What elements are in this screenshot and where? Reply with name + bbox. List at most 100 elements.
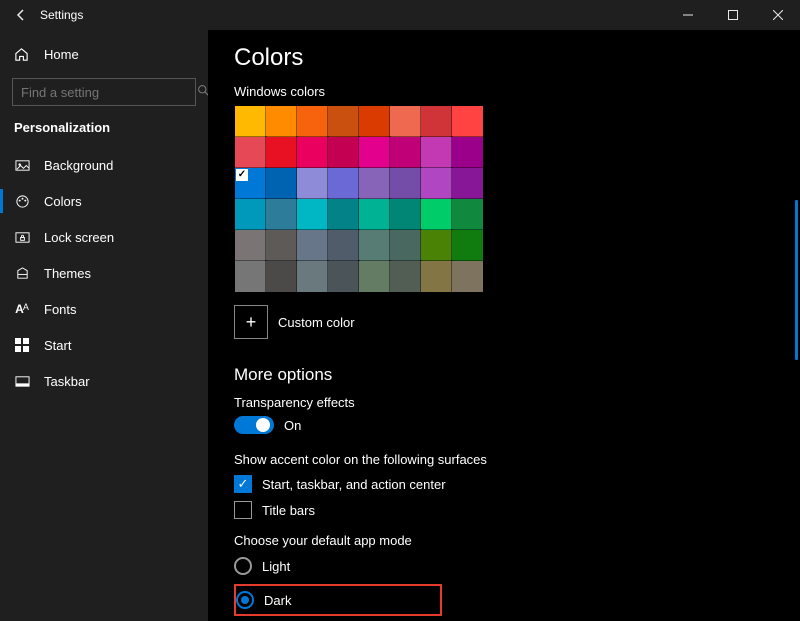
search-input-wrap[interactable] bbox=[12, 78, 196, 106]
color-swatch[interactable] bbox=[297, 199, 328, 230]
sidebar-home[interactable]: Home bbox=[0, 40, 208, 68]
color-swatch[interactable] bbox=[235, 261, 266, 292]
color-swatch[interactable] bbox=[235, 168, 266, 199]
sidebar-item-fonts[interactable]: AAFonts bbox=[0, 291, 208, 327]
color-swatch[interactable] bbox=[235, 106, 266, 137]
palette-icon bbox=[14, 194, 30, 209]
sidebar-item-lock-screen[interactable]: Lock screen bbox=[0, 219, 208, 255]
color-swatch[interactable] bbox=[266, 230, 297, 261]
palette-label: Windows colors bbox=[234, 84, 774, 99]
color-swatch[interactable] bbox=[390, 261, 421, 292]
color-swatch[interactable] bbox=[390, 106, 421, 137]
color-swatch[interactable] bbox=[297, 261, 328, 292]
color-swatch[interactable] bbox=[328, 261, 359, 292]
sidebar-item-label: Lock screen bbox=[44, 230, 114, 245]
color-swatch[interactable] bbox=[266, 106, 297, 137]
color-swatch[interactable] bbox=[452, 199, 483, 230]
color-swatch[interactable] bbox=[359, 168, 390, 199]
sidebar-item-label: Fonts bbox=[44, 302, 77, 317]
color-swatch[interactable] bbox=[421, 168, 452, 199]
color-swatch[interactable] bbox=[297, 230, 328, 261]
sidebar-item-label: Themes bbox=[44, 266, 91, 281]
color-swatch[interactable] bbox=[421, 137, 452, 168]
color-swatch[interactable] bbox=[390, 137, 421, 168]
transparency-toggle[interactable] bbox=[234, 416, 274, 434]
sidebar: Home Personalization BackgroundColorsLoc… bbox=[0, 30, 208, 621]
color-swatch[interactable] bbox=[390, 168, 421, 199]
color-swatch[interactable] bbox=[235, 199, 266, 230]
custom-color-label: Custom color bbox=[278, 315, 355, 330]
color-swatch[interactable] bbox=[452, 261, 483, 292]
radio-icon bbox=[236, 591, 254, 609]
taskbar-icon bbox=[14, 374, 30, 389]
back-arrow-icon[interactable] bbox=[8, 0, 34, 30]
close-button[interactable] bbox=[755, 0, 800, 30]
color-swatch[interactable] bbox=[266, 199, 297, 230]
sidebar-item-label: Background bbox=[44, 158, 113, 173]
window-title: Settings bbox=[40, 8, 83, 22]
checkbox-title-bars[interactable]: Title bars bbox=[234, 501, 774, 519]
sidebar-item-start[interactable]: Start bbox=[0, 327, 208, 363]
sidebar-item-label: Start bbox=[44, 338, 71, 353]
color-swatch[interactable] bbox=[297, 137, 328, 168]
accent-surfaces-label: Show accent color on the following surfa… bbox=[234, 452, 774, 467]
start-icon bbox=[14, 338, 30, 352]
color-swatch[interactable] bbox=[359, 230, 390, 261]
color-swatch[interactable] bbox=[328, 230, 359, 261]
color-swatch[interactable] bbox=[421, 199, 452, 230]
color-swatch[interactable] bbox=[266, 137, 297, 168]
color-swatch[interactable] bbox=[235, 230, 266, 261]
color-swatch[interactable] bbox=[390, 230, 421, 261]
checkbox-label: Title bars bbox=[262, 503, 315, 518]
color-swatch[interactable] bbox=[359, 106, 390, 137]
color-swatch[interactable] bbox=[328, 106, 359, 137]
color-swatch[interactable] bbox=[359, 261, 390, 292]
minimize-button[interactable] bbox=[665, 0, 710, 30]
sidebar-item-label: Taskbar bbox=[44, 374, 90, 389]
search-input[interactable] bbox=[21, 85, 197, 100]
page-title: Colors bbox=[234, 44, 774, 72]
color-swatch[interactable] bbox=[421, 106, 452, 137]
transparency-label: Transparency effects bbox=[234, 395, 774, 410]
sidebar-item-taskbar[interactable]: Taskbar bbox=[0, 363, 208, 399]
color-swatch[interactable] bbox=[421, 230, 452, 261]
color-swatch[interactable] bbox=[297, 106, 328, 137]
color-swatch[interactable] bbox=[359, 199, 390, 230]
scrollbar-thumb[interactable] bbox=[795, 200, 798, 360]
themes-icon bbox=[14, 266, 30, 281]
color-swatch[interactable] bbox=[390, 199, 421, 230]
color-swatch[interactable] bbox=[297, 168, 328, 199]
radio-dark[interactable]: Dark bbox=[236, 588, 434, 612]
home-icon bbox=[14, 47, 30, 62]
lock-screen-icon bbox=[14, 230, 30, 245]
color-swatch[interactable] bbox=[421, 261, 452, 292]
picture-icon bbox=[14, 158, 30, 173]
color-swatch[interactable] bbox=[359, 137, 390, 168]
sidebar-item-background[interactable]: Background bbox=[0, 147, 208, 183]
titlebar: Settings bbox=[0, 0, 800, 30]
highlight-annotation: Dark bbox=[234, 584, 442, 616]
color-palette bbox=[234, 105, 484, 293]
app-mode-label: Choose your default app mode bbox=[234, 533, 774, 548]
plus-icon: + bbox=[234, 305, 268, 339]
color-swatch[interactable] bbox=[266, 168, 297, 199]
color-swatch[interactable] bbox=[328, 137, 359, 168]
maximize-button[interactable] bbox=[710, 0, 755, 30]
color-swatch[interactable] bbox=[452, 106, 483, 137]
custom-color-button[interactable]: + Custom color bbox=[234, 305, 774, 339]
color-swatch[interactable] bbox=[328, 199, 359, 230]
checkbox-icon: ✓ bbox=[234, 475, 252, 493]
color-swatch[interactable] bbox=[452, 230, 483, 261]
color-swatch[interactable] bbox=[452, 168, 483, 199]
radio-light[interactable]: Light bbox=[234, 554, 774, 578]
radio-label: Light bbox=[262, 559, 290, 574]
color-swatch[interactable] bbox=[328, 168, 359, 199]
color-swatch[interactable] bbox=[452, 137, 483, 168]
checkbox-start-taskbar[interactable]: ✓ Start, taskbar, and action center bbox=[234, 475, 774, 493]
sidebar-item-themes[interactable]: Themes bbox=[0, 255, 208, 291]
sidebar-item-label: Colors bbox=[44, 194, 82, 209]
radio-label: Dark bbox=[264, 593, 291, 608]
color-swatch[interactable] bbox=[266, 261, 297, 292]
color-swatch[interactable] bbox=[235, 137, 266, 168]
sidebar-item-colors[interactable]: Colors bbox=[0, 183, 208, 219]
